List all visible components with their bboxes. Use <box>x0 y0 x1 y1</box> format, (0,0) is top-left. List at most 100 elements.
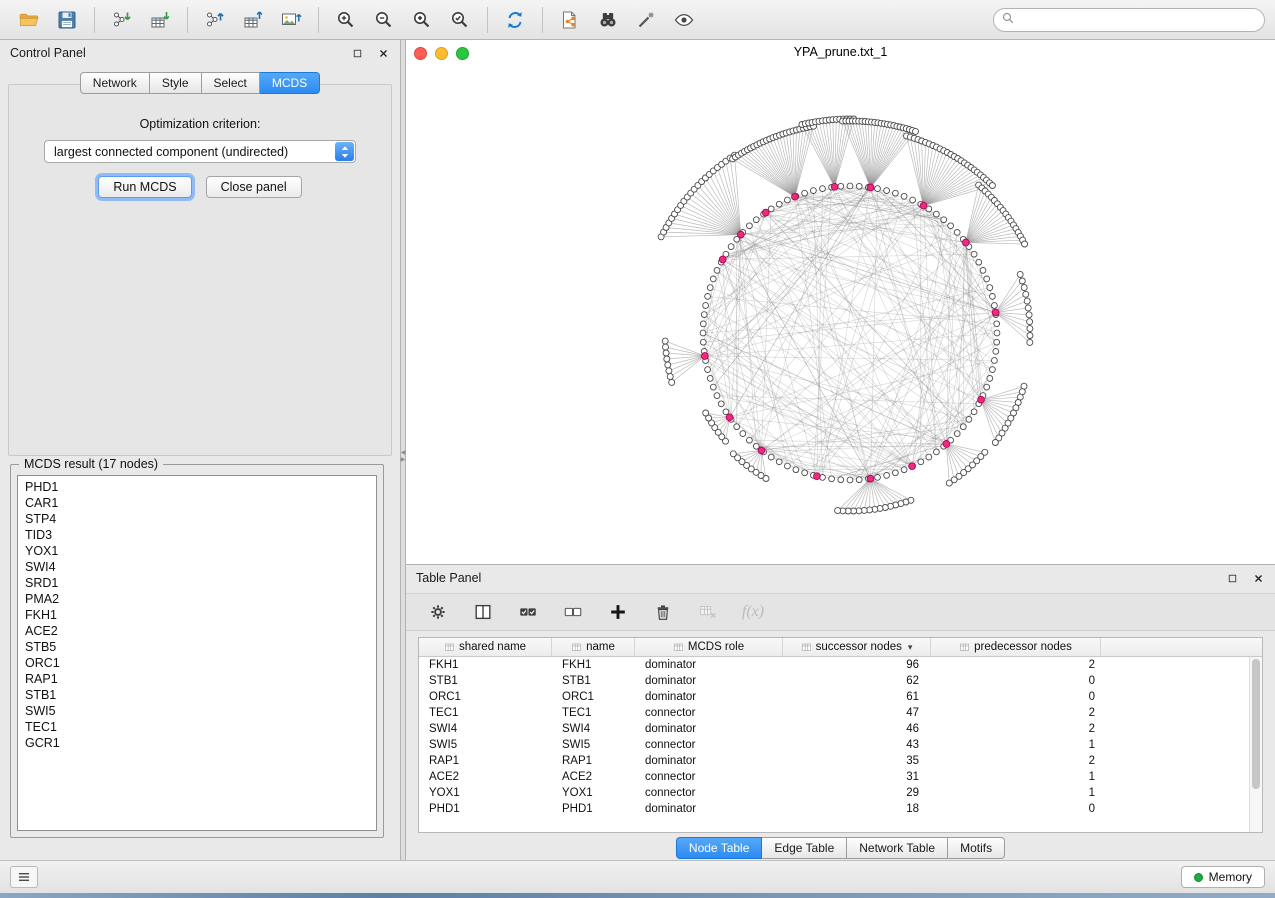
cell-name[interactable]: RAP1 <box>552 755 635 767</box>
column-header-shared-name[interactable]: shared name <box>419 638 552 656</box>
toolbar-button-zoom-out[interactable] <box>365 4 403 36</box>
float-panel-button[interactable] <box>350 46 364 60</box>
toolbar-button-import-table[interactable] <box>141 4 179 36</box>
cell-predecessor-nodes[interactable]: 1 <box>931 771 1101 783</box>
toolbar-button-binoculars[interactable] <box>589 4 627 36</box>
table-panel-header[interactable]: Table Panel <box>406 565 1275 591</box>
cell-mcds-role[interactable]: connector <box>635 707 783 719</box>
cell-shared-name[interactable]: ACE2 <box>419 771 552 783</box>
toolbar-button-zoom-selected[interactable] <box>441 4 479 36</box>
cell-successor-nodes[interactable]: 61 <box>783 691 931 703</box>
cell-shared-name[interactable]: STB1 <box>419 675 552 687</box>
cell-shared-name[interactable]: SWI5 <box>419 739 552 751</box>
cell-shared-name[interactable]: RAP1 <box>419 755 552 767</box>
cell-mcds-role[interactable]: dominator <box>635 803 783 815</box>
cell-successor-nodes[interactable]: 96 <box>783 659 931 671</box>
mcds-result-item[interactable]: YOX1 <box>25 543 369 559</box>
table-tab-node-table[interactable]: Node Table <box>676 837 763 859</box>
cell-predecessor-nodes[interactable]: 0 <box>931 691 1101 703</box>
cell-predecessor-nodes[interactable]: 2 <box>931 755 1101 767</box>
cell-name[interactable]: ORC1 <box>552 691 635 703</box>
toolbar-button-zoom-in[interactable] <box>327 4 365 36</box>
table-row[interactable]: PHD1PHD1dominator180 <box>419 801 1262 817</box>
table-tab-network-table[interactable]: Network Table <box>847 837 948 859</box>
toolbar-button-refresh-layout[interactable] <box>496 4 534 36</box>
table-row[interactable]: RAP1RAP1dominator352 <box>419 753 1262 769</box>
cell-predecessor-nodes[interactable]: 1 <box>931 739 1101 751</box>
table-toolbar-button-gear[interactable] <box>426 600 450 624</box>
table-toolbar-button-delete-row[interactable] <box>651 600 675 624</box>
table-toolbar-button-deselect-all[interactable] <box>561 600 585 624</box>
cell-name[interactable]: SWI5 <box>552 739 635 751</box>
cell-mcds-role[interactable]: connector <box>635 739 783 751</box>
graph-inner-edges[interactable] <box>703 186 997 480</box>
column-header-successor-nodes[interactable]: successor nodes▾ <box>783 638 931 656</box>
toolbar-button-open-file[interactable] <box>10 4 48 36</box>
mcds-result-item[interactable]: SWI4 <box>25 559 369 575</box>
cell-shared-name[interactable]: PHD1 <box>419 803 552 815</box>
close-panel-button-mcds[interactable]: Close panel <box>206 176 302 198</box>
mcds-result-item[interactable]: SRD1 <box>25 575 369 591</box>
table-row[interactable]: FKH1FKH1dominator962 <box>419 657 1262 673</box>
cell-mcds-role[interactable]: dominator <box>635 675 783 687</box>
mcds-result-item[interactable]: FKH1 <box>25 607 369 623</box>
search-box[interactable] <box>993 8 1265 32</box>
toolbar-button-export-network[interactable] <box>196 4 234 36</box>
cell-name[interactable]: PHD1 <box>552 803 635 815</box>
toolbar-button-wand[interactable] <box>627 4 665 36</box>
cell-name[interactable]: YOX1 <box>552 787 635 799</box>
table-row[interactable]: ACE2ACE2connector311 <box>419 769 1262 785</box>
toolbar-button-import-network[interactable] <box>103 4 141 36</box>
table-row[interactable]: TEC1TEC1connector472 <box>419 705 1262 721</box>
column-header-MCDS-role[interactable]: MCDS role <box>635 638 783 656</box>
table-tab-motifs[interactable]: Motifs <box>948 837 1005 859</box>
table-toolbar-button-select-all[interactable] <box>516 600 540 624</box>
cell-successor-nodes[interactable]: 31 <box>783 771 931 783</box>
cell-name[interactable]: SWI4 <box>552 723 635 735</box>
table-row[interactable]: SWI5SWI5connector431 <box>419 737 1262 753</box>
cell-predecessor-nodes[interactable]: 2 <box>931 659 1101 671</box>
table-row[interactable]: ORC1ORC1dominator610 <box>419 689 1262 705</box>
mcds-result-item[interactable]: TID3 <box>25 527 369 543</box>
cell-shared-name[interactable]: FKH1 <box>419 659 552 671</box>
cell-successor-nodes[interactable]: 43 <box>783 739 931 751</box>
toolbar-button-save[interactable] <box>48 4 86 36</box>
cell-predecessor-nodes[interactable]: 2 <box>931 707 1101 719</box>
cell-shared-name[interactable]: TEC1 <box>419 707 552 719</box>
tab-network[interactable]: Network <box>80 72 150 94</box>
control-panel-header[interactable]: Control Panel <box>0 40 400 66</box>
network-graph[interactable] <box>406 40 1275 565</box>
cell-mcds-role[interactable]: dominator <box>635 659 783 671</box>
cell-shared-name[interactable]: YOX1 <box>419 787 552 799</box>
mcds-result-item[interactable]: PMA2 <box>25 591 369 607</box>
cell-shared-name[interactable]: SWI4 <box>419 723 552 735</box>
search-input[interactable] <box>1017 13 1258 27</box>
mcds-result-list[interactable]: PHD1CAR1STP4TID3YOX1SWI4SRD1PMA2FKH1ACE2… <box>17 475 377 831</box>
close-table-panel-button[interactable] <box>1251 571 1265 585</box>
graph-fan-edges[interactable] <box>661 119 1030 511</box>
table-tab-edge-table[interactable]: Edge Table <box>762 837 847 859</box>
cell-successor-nodes[interactable]: 46 <box>783 723 931 735</box>
cell-successor-nodes[interactable]: 47 <box>783 707 931 719</box>
cell-mcds-role[interactable]: connector <box>635 771 783 783</box>
mcds-result-item[interactable]: RAP1 <box>25 671 369 687</box>
panel-menu-button[interactable] <box>10 866 38 888</box>
column-header-name[interactable]: name <box>552 638 635 656</box>
mcds-result-item[interactable]: ACE2 <box>25 623 369 639</box>
cell-predecessor-nodes[interactable]: 1 <box>931 787 1101 799</box>
toolbar-button-document-share[interactable] <box>551 4 589 36</box>
table-row[interactable]: STB1STB1dominator620 <box>419 673 1262 689</box>
toolbar-button-export-image[interactable] <box>272 4 310 36</box>
cell-mcds-role[interactable]: connector <box>635 787 783 799</box>
cell-successor-nodes[interactable]: 29 <box>783 787 931 799</box>
mcds-result-item[interactable]: CAR1 <box>25 495 369 511</box>
table-toolbar-button-add-row[interactable] <box>606 600 630 624</box>
tab-style[interactable]: Style <box>150 72 202 94</box>
table-row[interactable]: YOX1YOX1connector291 <box>419 785 1262 801</box>
toolbar-button-export-table[interactable] <box>234 4 272 36</box>
cell-name[interactable]: FKH1 <box>552 659 635 671</box>
cell-successor-nodes[interactable]: 18 <box>783 803 931 815</box>
cell-predecessor-nodes[interactable]: 2 <box>931 723 1101 735</box>
table-row[interactable]: SWI4SWI4dominator462 <box>419 721 1262 737</box>
mcds-result-item[interactable]: PHD1 <box>25 479 369 495</box>
